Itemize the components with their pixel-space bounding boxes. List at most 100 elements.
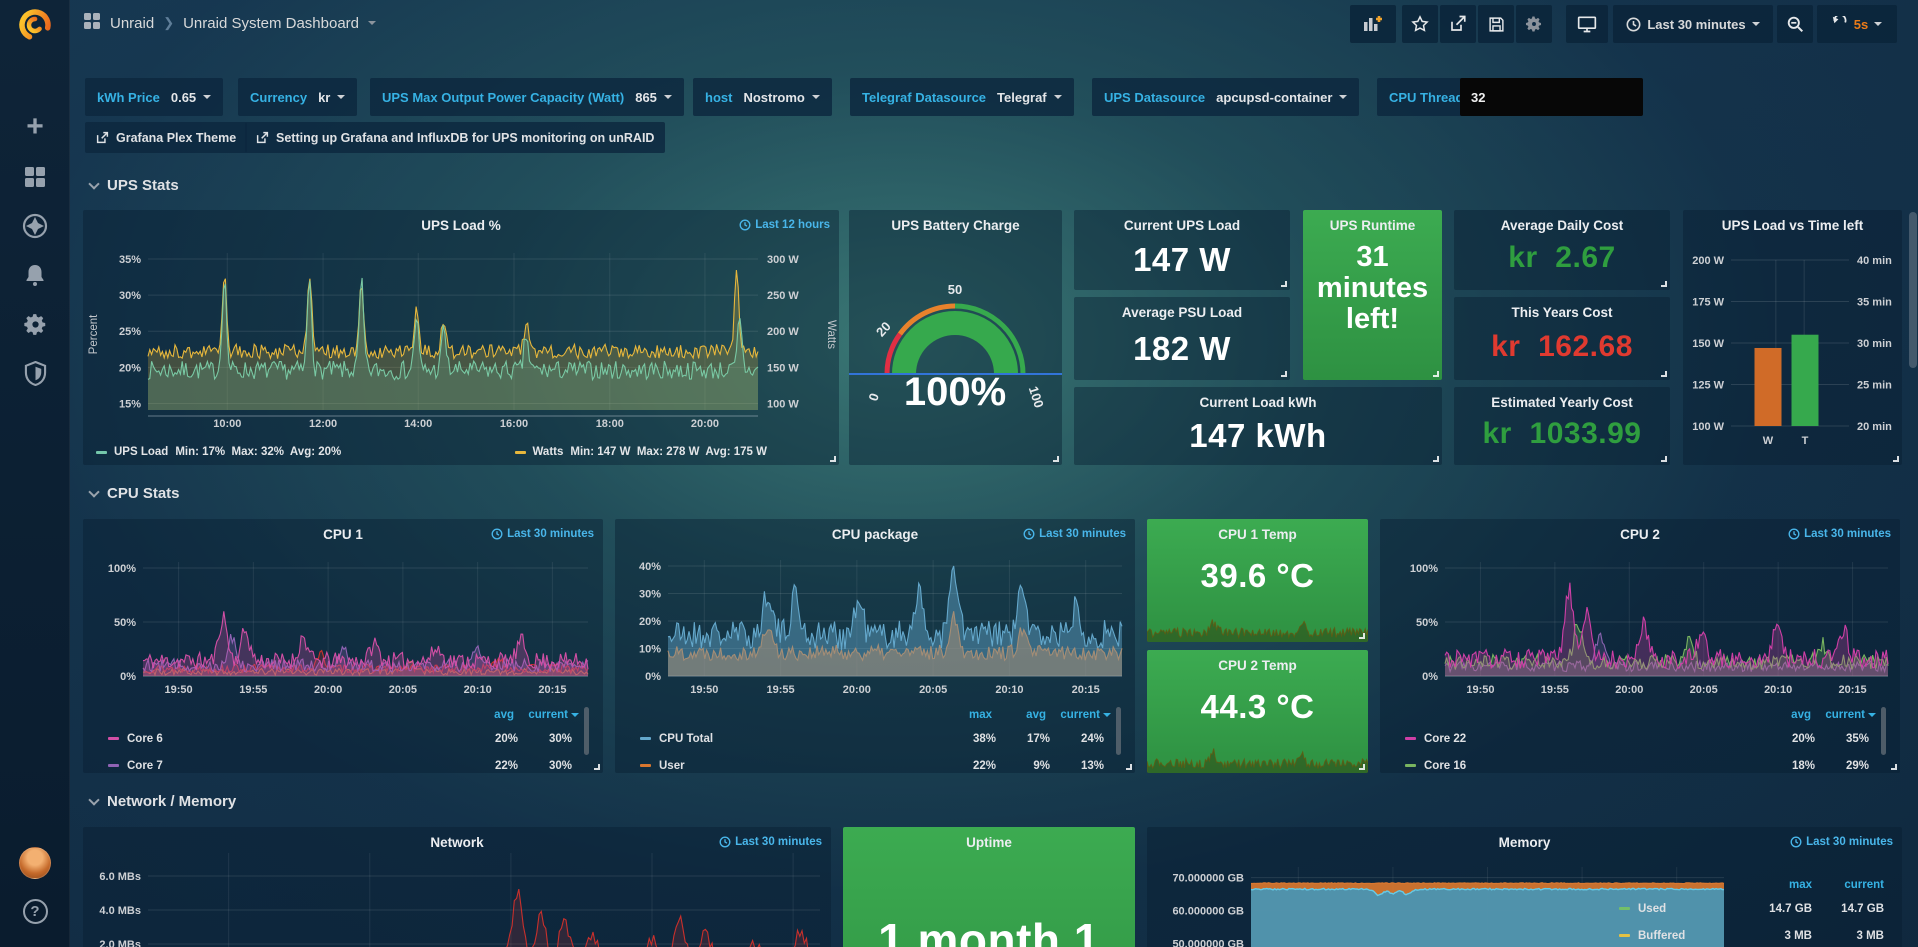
panel-resize-handle[interactable] (830, 456, 836, 462)
svg-text:20:05: 20:05 (1690, 684, 1718, 696)
panel-time-range[interactable]: Last 12 hours (739, 219, 830, 231)
panel-resize-handle[interactable] (1433, 456, 1439, 462)
panel-resize-handle[interactable] (1433, 371, 1439, 377)
dashboard-grid-icon[interactable] (83, 12, 101, 34)
help-icon[interactable]: ? (0, 896, 70, 926)
legend-row[interactable]: Used14.7 GB14.7 GB (1619, 895, 1884, 922)
svg-text:14:00: 14:00 (404, 418, 432, 430)
page-title[interactable]: Unraid System Dashboard (183, 15, 359, 32)
stat-value: kr 162.68 (1454, 330, 1670, 364)
panel-average-daily-cost: Average Daily Cost kr 2.67 (1454, 210, 1670, 290)
legend-row[interactable]: Core 1618%29% (1392, 752, 1890, 773)
cycle-view-mode-button[interactable] (1566, 5, 1608, 43)
panel-title[interactable]: Estimated Yearly Cost (1454, 395, 1670, 410)
panel-time-range[interactable]: Last 30 minutes (1788, 528, 1891, 540)
panel-time-range[interactable]: Last 30 minutes (1790, 836, 1893, 848)
variable-kwh-price[interactable]: kWh Price 0.65 (85, 78, 223, 116)
share-dashboard-button[interactable] (1440, 5, 1476, 43)
panel-resize-handle[interactable] (1126, 764, 1132, 770)
panel-resize-handle[interactable] (594, 764, 600, 770)
clock-icon (491, 528, 503, 540)
legend-row[interactable]: User22%9%13% (627, 752, 1125, 773)
dashboard-settings-button[interactable] (1516, 5, 1552, 43)
svg-text:Percent: Percent (88, 314, 100, 354)
grafana-logo[interactable] (0, 6, 70, 44)
svg-text:50.000000 GB: 50.000000 GB (1172, 939, 1244, 947)
panel-resize-handle[interactable] (1359, 633, 1365, 639)
panel-title[interactable]: CPU 2 Temp (1147, 658, 1368, 673)
clock-icon (1788, 528, 1800, 540)
section-ups-stats[interactable]: UPS Stats (90, 177, 179, 194)
legend-watts[interactable]: Watts Min: 147 W Max: 278 W Avg: 175 W (515, 446, 768, 458)
legend-row[interactable]: CPU Total38%17%24% (627, 725, 1125, 752)
variable-ups-datasource[interactable]: UPS Datasource apcupsd-container (1092, 78, 1359, 116)
panel-resize-handle[interactable] (1053, 456, 1059, 462)
link-grafana-plex-theme[interactable]: Grafana Plex Theme (85, 122, 247, 153)
legend-scrollbar[interactable] (1881, 707, 1886, 755)
svg-text:20:15: 20:15 (538, 684, 566, 696)
create-icon[interactable]: + (0, 112, 70, 142)
legend-row[interactable]: Core 620%30% (95, 725, 593, 752)
svg-text:25 min: 25 min (1857, 380, 1892, 392)
save-dashboard-button[interactable] (1478, 5, 1514, 43)
panel-this-years-cost: This Years Cost kr 162.68 (1454, 297, 1670, 380)
panel-time-range[interactable]: Last 30 minutes (491, 528, 594, 540)
panel-title[interactable]: Current Load kWh (1074, 395, 1442, 410)
variable-cpu-threads-label: CPU Threads (1377, 78, 1471, 116)
refresh-picker[interactable]: 5s (1817, 5, 1897, 43)
panel-title[interactable]: Current UPS Load (1074, 218, 1290, 233)
link-ups-monitoring-guide[interactable]: Setting up Grafana and InfluxDB for UPS … (245, 122, 665, 153)
panel-title[interactable]: UPS Runtime (1303, 218, 1442, 233)
variable-currency[interactable]: Currency kr (238, 78, 357, 116)
dashboard-dropdown-caret[interactable] (368, 21, 376, 25)
user-avatar[interactable] (0, 846, 70, 880)
time-range-picker[interactable]: Last 30 minutes (1613, 5, 1773, 43)
page-scrollbar[interactable] (1909, 212, 1917, 368)
panel-resize-handle[interactable] (1281, 281, 1287, 287)
panel-title[interactable]: Memory (1147, 835, 1902, 850)
panel-resize-handle[interactable] (1661, 281, 1667, 287)
cpu-threads-input[interactable] (1460, 78, 1643, 116)
zoom-out-time-button[interactable] (1777, 5, 1813, 43)
legend-swatch (515, 451, 526, 454)
explore-icon[interactable] (0, 212, 70, 240)
star-dashboard-button[interactable] (1402, 5, 1438, 43)
configuration-gear-icon[interactable] (0, 310, 70, 338)
panel-title[interactable]: Uptime (843, 835, 1135, 850)
panel-title[interactable]: Average Daily Cost (1454, 218, 1670, 233)
add-panel-button[interactable] (1350, 5, 1396, 43)
legend-row[interactable]: Core 722%30% (95, 752, 593, 773)
dashboards-icon[interactable] (0, 163, 70, 191)
panel-title[interactable]: Average PSU Load (1074, 305, 1290, 320)
section-network-memory[interactable]: Network / Memory (90, 793, 236, 810)
panel-resize-handle[interactable] (1281, 371, 1287, 377)
breadcrumb-folder[interactable]: Unraid (110, 15, 154, 32)
panel-resize-handle[interactable] (1359, 764, 1365, 770)
legend-row[interactable]: Buffered3 MB3 MB (1619, 922, 1884, 947)
panel-resize-handle[interactable] (1661, 371, 1667, 377)
svg-text:W: W (1763, 435, 1774, 447)
panel-title[interactable]: UPS Battery Charge (849, 218, 1062, 233)
panel-resize-handle[interactable] (1893, 456, 1899, 462)
variable-telegraf-datasource[interactable]: Telegraf Datasource Telegraf (850, 78, 1074, 116)
svg-text:0%: 0% (1422, 671, 1438, 683)
panel-title[interactable]: UPS Load vs Time left (1683, 218, 1902, 233)
panel-time-range[interactable]: Last 30 minutes (1023, 528, 1126, 540)
ups-load-chart[interactable]: 35%300 W30%250 W25%200 W20%150 W15%100 W… (83, 210, 839, 465)
section-cpu-stats[interactable]: CPU Stats (90, 485, 180, 502)
legend-row[interactable]: Core 2220%35% (1392, 725, 1890, 752)
panel-title[interactable]: UPS Load % (83, 218, 839, 233)
variable-host[interactable]: host Nostromo (693, 78, 832, 116)
variable-ups-max-watt[interactable]: UPS Max Output Power Capacity (Watt) 865 (370, 78, 684, 116)
legend-ups-load[interactable]: UPS Load Min: 17% Max: 32% Avg: 20% (96, 446, 341, 458)
server-admin-shield-icon[interactable] (0, 359, 70, 387)
panel-title[interactable]: This Years Cost (1454, 305, 1670, 320)
panel-resize-handle[interactable] (1661, 456, 1667, 462)
svg-text:19:50: 19:50 (1466, 684, 1494, 696)
panel-title[interactable]: CPU 1 Temp (1147, 527, 1368, 542)
legend-scrollbar[interactable] (1116, 707, 1121, 755)
panel-resize-handle[interactable] (1891, 764, 1897, 770)
alerting-icon[interactable] (0, 261, 70, 289)
panel-time-range[interactable]: Last 30 minutes (719, 836, 822, 848)
legend-scrollbar[interactable] (584, 707, 589, 755)
